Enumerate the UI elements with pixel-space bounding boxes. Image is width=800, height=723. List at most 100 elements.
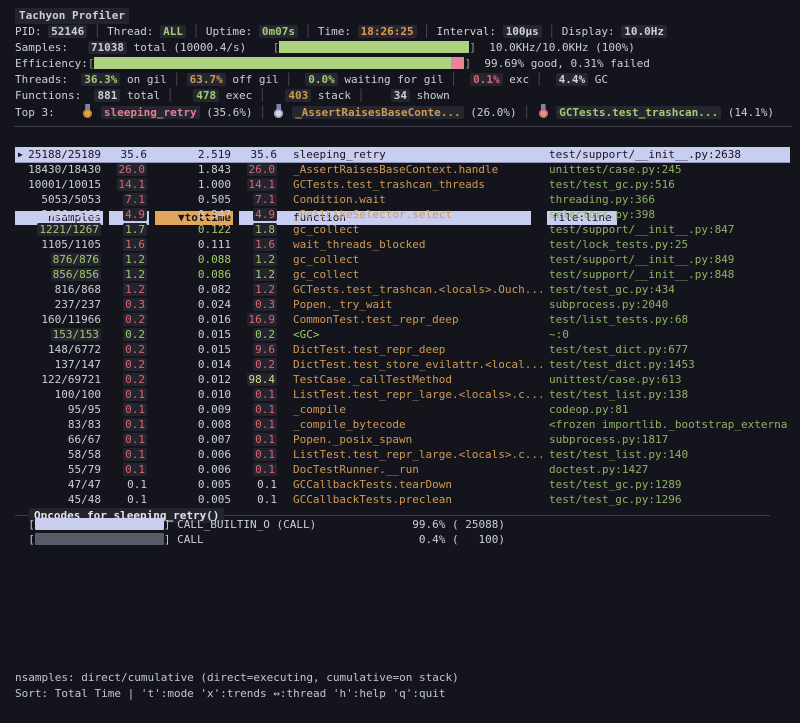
cell-tottime-value: 1.843 xyxy=(198,163,231,176)
table-row[interactable]: 122/697210.20.01298.4TestCase._callTestM… xyxy=(15,372,790,387)
cell-pct-cumulative-value: 0.1 xyxy=(257,493,277,506)
cell-file-line: test/support/__init__.py:2638 xyxy=(547,147,790,162)
cell-nsamples-value: 47/47 xyxy=(68,478,101,491)
table-row[interactable]: 876/8761.20.0881.2gc_collecttest/support… xyxy=(15,252,790,267)
time-value: 18:26:25 xyxy=(358,25,417,38)
cell-tottime: 0.007 xyxy=(149,432,233,447)
table-row[interactable]: 83/830.10.0080.1_compile_bytecode<frozen… xyxy=(15,417,790,432)
text-segment: │ xyxy=(173,73,180,86)
text-segment: Uptime: xyxy=(206,25,259,38)
table-row[interactable]: 45/480.10.0050.1GCCallbackTests.preclean… xyxy=(15,492,790,507)
cell-pct-cumulative-value: 0.1 xyxy=(253,463,277,476)
cell-function: GCCallbackTests.preclean xyxy=(279,492,547,507)
cell-pct-direct: 0.2 xyxy=(103,327,149,342)
table-row[interactable]: 100/1000.10.0100.1ListTest.test_repr_lar… xyxy=(15,387,790,402)
cell-nsamples: 137/147 xyxy=(15,357,103,372)
cell-file-line-value: selectors.py:398 xyxy=(549,208,655,221)
text-segment: Time: xyxy=(318,25,358,38)
cell-file-line: test/lock_tests.py:25 xyxy=(547,237,790,252)
bar-segment xyxy=(94,57,451,69)
table-row[interactable]: 153/1530.20.0150.2<GC>~:0 xyxy=(15,327,790,342)
table-row[interactable]: 10001/1001514.11.00014.1GCTests.test_tra… xyxy=(15,177,790,192)
table-row[interactable]: 95/950.10.0090.1_compilecodeop.py:81 xyxy=(15,402,790,417)
cell-pct-cumulative: 0.1 xyxy=(233,462,279,477)
cell-pct-cumulative: 35.6 xyxy=(233,147,279,162)
table-row[interactable]: 3466/34664.90.3474.9_PollLikeSelector.se… xyxy=(15,207,790,222)
top3-pct: (14.1%) xyxy=(721,106,774,119)
cell-nsamples-value: 83/83 xyxy=(68,418,101,431)
cell-file-line: subprocess.py:1817 xyxy=(547,432,790,447)
cell-nsamples-value: 45/48 xyxy=(68,493,101,506)
table-row[interactable]: 18430/1843026.01.84326.0_AssertRaisesBas… xyxy=(15,162,790,177)
cell-tottime: 0.005 xyxy=(149,492,233,507)
cell-nsamples: 55/79 xyxy=(15,462,103,477)
table-row[interactable]: 1221/12671.70.1221.8gc_collecttest/suppo… xyxy=(15,222,790,237)
cell-function-value: _PollLikeSelector.select xyxy=(293,208,452,221)
table-row[interactable]: 1105/11051.60.1111.6wait_threads_blocked… xyxy=(15,237,790,252)
text-segment: │ xyxy=(450,73,457,86)
cell-file-line: threading.py:366 xyxy=(547,192,790,207)
text-segment: │ xyxy=(523,106,530,119)
table-row[interactable]: 47/470.10.0050.1GCCallbackTests.tearDown… xyxy=(15,477,790,492)
text-segment xyxy=(180,73,187,86)
cell-tottime: 0.111 xyxy=(149,237,233,252)
cell-pct-direct: 1.2 xyxy=(103,282,149,297)
on-gil-pct: 36.3% xyxy=(81,73,120,86)
text-segment: Interval: xyxy=(436,25,502,38)
cell-nsamples: 47/47 xyxy=(15,477,103,492)
cell-tottime: 0.024 xyxy=(149,297,233,312)
cell-function-value: _compile xyxy=(293,403,346,416)
cell-pct-direct-value: 0.1 xyxy=(123,463,147,476)
cell-nsamples-value: 100/100 xyxy=(55,388,101,401)
cell-pct-direct: 0.1 xyxy=(103,402,149,417)
text-segment: │ xyxy=(542,25,562,38)
cell-pct-cumulative-value: 35.6 xyxy=(251,148,278,161)
cell-tottime-value: 0.024 xyxy=(198,298,231,311)
cell-pct-cumulative-value: 7.1 xyxy=(253,193,277,206)
cell-pct-cumulative: 1.2 xyxy=(233,282,279,297)
table-row[interactable]: 5053/50537.10.5057.1Condition.waitthread… xyxy=(15,192,790,207)
cell-nsamples: 18430/18430 xyxy=(15,162,103,177)
top1-name: sleeping_retry xyxy=(101,106,200,119)
cell-pct-direct-value: 0.2 xyxy=(123,373,147,386)
cell-tottime: 0.015 xyxy=(149,327,233,342)
cell-nsamples-value: 58/58 xyxy=(68,448,101,461)
pid-value: 52146 xyxy=(48,25,87,38)
table-row[interactable]: 58/580.10.0060.1ListTest.test_repr_large… xyxy=(15,447,790,462)
cell-tottime-value: 0.014 xyxy=(198,358,231,371)
cell-file-line-value: codeop.py:81 xyxy=(549,403,628,416)
cell-tottime: 0.016 xyxy=(149,312,233,327)
text-segment xyxy=(173,89,193,102)
cell-function-value: GCTests.test_trashcan.<locals>.Ouch... xyxy=(293,283,545,296)
table-row[interactable]: 160/119660.20.01616.9CommonTest.test_rep… xyxy=(15,312,790,327)
cell-tottime-value: 0.006 xyxy=(198,463,231,476)
text-segment: PID: xyxy=(15,25,48,38)
cell-function-value: GCCallbackTests.preclean xyxy=(293,493,452,506)
cell-pct-cumulative: 1.6 xyxy=(233,237,279,252)
cell-pct-cumulative: 0.1 xyxy=(233,402,279,417)
text-segment: [ xyxy=(88,57,95,70)
cell-file-line-value: test/test_gc.py:516 xyxy=(549,178,675,191)
cell-file-line: test/test_gc.py:1296 xyxy=(547,492,790,507)
cell-nsamples-value: 237/237 xyxy=(55,298,101,311)
cell-pct-direct-value: 1.2 xyxy=(123,253,147,266)
cell-nsamples-value: 66/67 xyxy=(68,433,101,446)
table-row[interactable]: 148/67720.20.0159.6DictTest.test_repr_de… xyxy=(15,342,790,357)
cell-pct-cumulative: 98.4 xyxy=(233,372,279,387)
table-row[interactable]: 137/1470.20.0140.2DictTest.test_store_ev… xyxy=(15,357,790,372)
opcode-row: [] CALL_BUILTIN_O (CALL)99.6% ( 25088) xyxy=(15,517,790,532)
separator-dash xyxy=(224,515,770,516)
table-row[interactable]: 816/8681.20.0821.2GCTests.test_trashcan.… xyxy=(15,282,790,297)
table-row[interactable]: 66/670.10.0070.1Popen._posix_spawnsubpro… xyxy=(15,432,790,447)
table-row[interactable]: ▶25188/2518935.62.51935.6sleeping_retryt… xyxy=(15,147,790,162)
table-row[interactable]: 237/2370.30.0240.3Popen._try_waitsubproc… xyxy=(15,297,790,312)
table-row[interactable]: 55/790.10.0060.1DocTestRunner.__rundocte… xyxy=(15,462,790,477)
text-segment: stack xyxy=(311,89,357,102)
cell-pct-direct-value: 1.7 xyxy=(123,223,147,236)
table-row[interactable]: 856/8561.20.0861.2gc_collecttest/support… xyxy=(15,267,790,282)
cell-pct-direct-value: 0.1 xyxy=(127,493,147,506)
cell-file-line: test/support/__init__.py:847 xyxy=(547,222,790,237)
cell-nsamples: 237/237 xyxy=(15,297,103,312)
cell-nsamples-value: 5053/5053 xyxy=(41,193,101,206)
cell-pct-cumulative: 1.2 xyxy=(233,267,279,282)
